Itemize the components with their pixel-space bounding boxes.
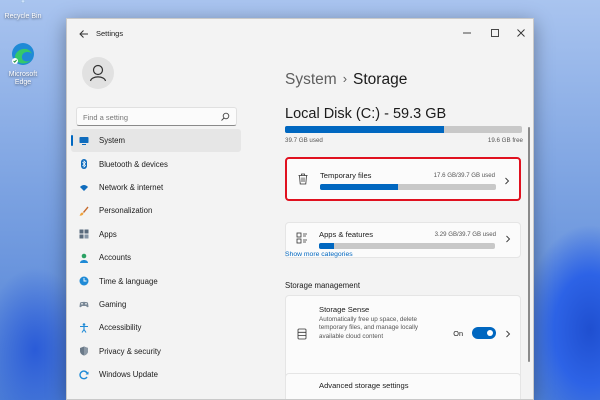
bluetooth-icon	[81, 159, 87, 170]
chevron-right-icon	[506, 235, 511, 243]
avatar[interactable]	[82, 57, 114, 89]
category-title: Temporary files	[320, 171, 372, 180]
sidebar-item-label: Windows Update	[99, 370, 158, 380]
show-more-categories-link[interactable]: Show more categories	[285, 251, 353, 258]
storage-management-heading: Storage management	[285, 281, 360, 290]
search-box[interactable]	[76, 107, 237, 126]
apps-icon	[79, 229, 89, 239]
apps-list-icon	[296, 232, 307, 244]
disk-usage-bar	[285, 126, 522, 133]
recycle-bin-icon	[21, 0, 25, 3]
sidebar-nav: System Bluetooth & devices Network & int…	[67, 129, 243, 386]
desktop-icon-label: Recycle Bin	[4, 13, 42, 20]
sidebar-item-privacy-security[interactable]: Privacy & security	[71, 340, 241, 363]
storage-sense-description: Automatically free up space, delete temp…	[319, 316, 419, 340]
category-temporary-files[interactable]: Temporary files 17.6 GB/39.7 GB used	[285, 157, 521, 201]
sidebar-item-bluetooth[interactable]: Bluetooth & devices	[71, 152, 241, 175]
person-icon	[80, 253, 88, 263]
sidebar-item-personalization[interactable]: Personalization	[71, 199, 241, 222]
trash-icon	[298, 173, 308, 185]
gamepad-icon	[79, 302, 89, 308]
sidebar-item-time-language[interactable]: Time & language	[71, 269, 241, 292]
wifi-icon	[80, 185, 88, 192]
category-usage-fill	[320, 184, 398, 190]
desktop-icon-recycle-bin[interactable]: Recycle Bin	[0, 0, 46, 21]
person-icon	[89, 64, 107, 82]
desktop-icon-label: Microsoft Edge	[8, 71, 38, 86]
advanced-storage-settings[interactable]: Advanced storage settings	[285, 373, 521, 399]
disk-free-label: 19.6 GB free	[487, 137, 523, 144]
sidebar-item-label: Time & language	[99, 276, 158, 286]
accessibility-icon	[80, 323, 88, 333]
breadcrumb: System › Storage	[285, 71, 407, 89]
search-icon[interactable]	[220, 112, 230, 122]
category-usage-bar	[320, 184, 496, 190]
category-usage-fill	[319, 243, 334, 249]
category-title: Apps & features	[319, 230, 374, 239]
back-arrow-icon[interactable]	[77, 27, 91, 41]
category-size: 17.6 GB/39.7 GB used	[433, 172, 495, 179]
sidebar-item-label: Privacy & security	[99, 346, 161, 356]
sidebar-item-label: Accessibility	[99, 323, 142, 333]
sidebar-item-windows-update[interactable]: Windows Update	[71, 363, 241, 386]
sidebar-item-label: Apps	[99, 229, 117, 239]
advanced-storage-title: Advanced storage settings	[319, 381, 409, 390]
sidebar-item-accounts[interactable]: Accounts	[71, 246, 241, 269]
page-title: Storage	[353, 71, 408, 88]
sidebar-item-label: Network & internet	[99, 182, 164, 192]
breadcrumb-separator: ›	[342, 71, 348, 86]
sidebar-item-label: Gaming	[99, 299, 127, 309]
chevron-right-icon	[506, 330, 511, 338]
desktop-icon-edge[interactable]: Microsoft Edge	[0, 42, 46, 87]
update-icon	[79, 370, 89, 379]
main-pane: System › Storage Local Disk (C:) - 59.3 GB…	[281, 19, 533, 399]
search-input[interactable]	[83, 111, 213, 123]
disk-title: Local Disk (C:) - 59.3 GB	[285, 106, 447, 122]
settings-window: Settings System	[66, 18, 534, 400]
brush-icon	[79, 206, 89, 216]
edge-browser-icon	[12, 43, 34, 65]
monitor-icon	[79, 136, 89, 145]
storage-sense-toggle[interactable]	[472, 327, 496, 339]
storage-drive-icon	[297, 328, 307, 340]
toggle-state-label: On	[453, 329, 463, 338]
disk-usage-fill	[285, 126, 444, 133]
breadcrumb-parent[interactable]: System	[285, 71, 337, 88]
sidebar-item-system[interactable]: System	[71, 129, 241, 153]
scrollbar[interactable]	[528, 127, 530, 362]
clock-globe-icon	[79, 276, 89, 286]
sidebar-item-apps[interactable]: Apps	[71, 223, 241, 246]
storage-sense-title: Storage Sense	[319, 305, 370, 314]
toggle-knob	[487, 330, 493, 336]
chevron-right-icon	[505, 177, 510, 185]
window-title: Settings	[96, 29, 124, 38]
shield-icon	[80, 346, 88, 356]
storage-sense-card[interactable]: Storage Sense Automatically free up spac…	[285, 295, 521, 385]
category-usage-bar	[319, 243, 495, 249]
sidebar-item-label: System	[99, 136, 125, 146]
sidebar-item-label: Bluetooth & devices	[99, 159, 168, 169]
sidebar-item-accessibility[interactable]: Accessibility	[71, 316, 241, 339]
category-size: 3.29 GB/39.7 GB used	[434, 231, 496, 238]
sidebar-item-label: Accounts	[99, 253, 132, 263]
sidebar-item-label: Personalization	[99, 206, 153, 216]
sidebar-item-gaming[interactable]: Gaming	[71, 293, 241, 316]
sidebar-item-network[interactable]: Network & internet	[71, 176, 241, 199]
disk-used-label: 39.7 GB used	[285, 137, 323, 144]
